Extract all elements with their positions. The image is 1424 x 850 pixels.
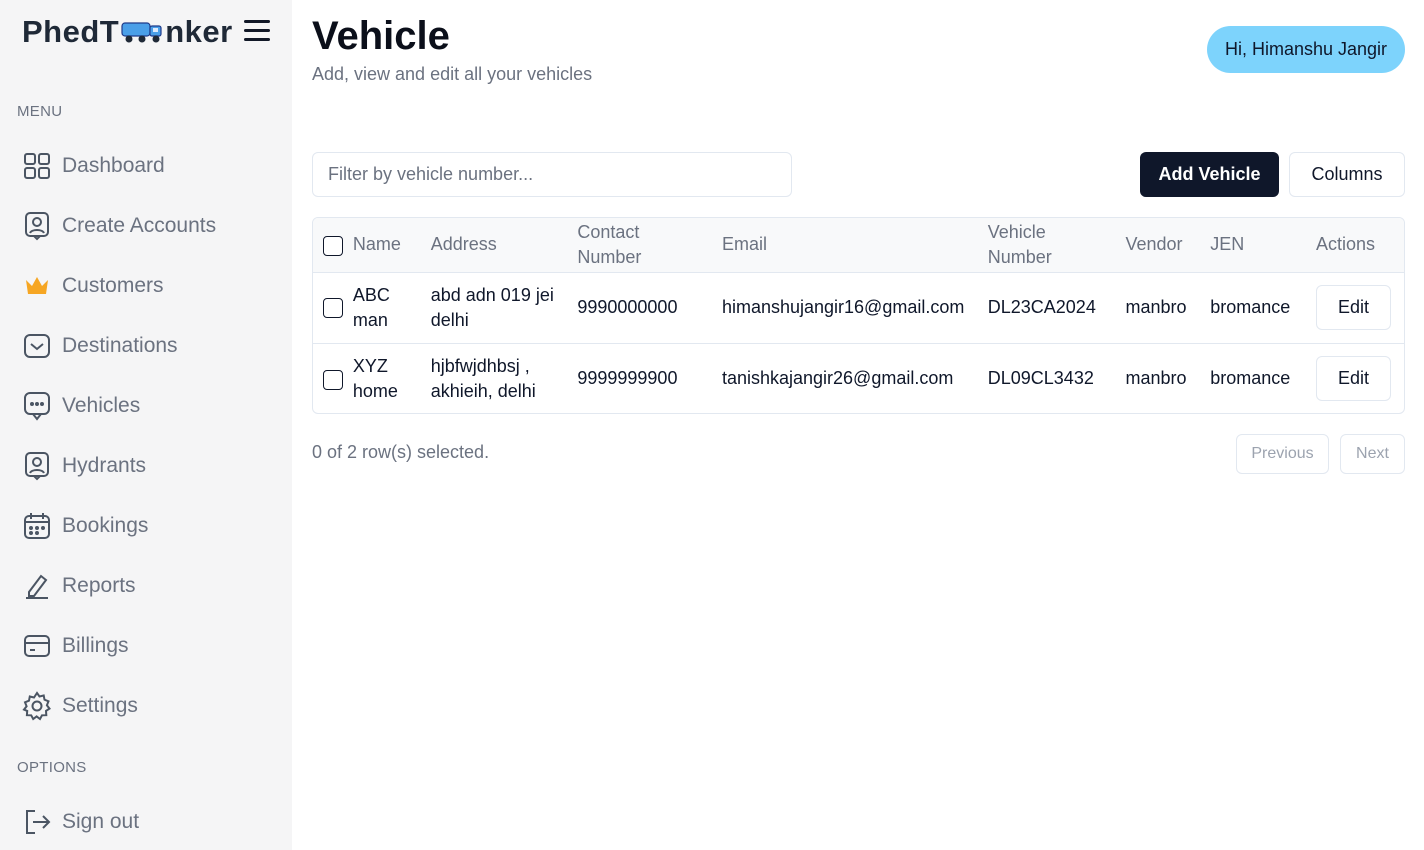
sidebar: PhedT nker MENU Dashboard Create Account…	[0, 0, 292, 850]
cell-vehicle-number: DL23CA2024	[987, 297, 1096, 317]
cell-address: abd adn 019 jei delhi	[430, 284, 554, 330]
vehicles-table: Name Address Contact Number Email Vehicl…	[312, 217, 1405, 414]
cell-email: himanshujangir16@gmail.com	[721, 297, 965, 317]
app-logo[interactable]: PhedT nker	[22, 14, 233, 50]
page-title: Vehicle	[312, 14, 450, 58]
cell-vehicle-number: DL09CL3432	[987, 368, 1094, 389]
sidebar-item-billings[interactable]: Billings	[22, 626, 272, 666]
column-header-actions: Actions	[1316, 234, 1376, 255]
columns-button[interactable]: Columns	[1289, 152, 1405, 197]
column-header-name[interactable]: Name	[353, 218, 431, 272]
table-header-row: Name Address Contact Number Email Vehicl…	[313, 218, 1404, 272]
sidebar-item-vehicles[interactable]: Vehicles	[22, 386, 272, 426]
cell-name: ABC man	[352, 284, 390, 330]
menu-toggle-icon[interactable]	[244, 20, 270, 44]
cell-address: hjbfwjdhbsj , akhieih, delhi	[430, 355, 536, 401]
gear-icon	[22, 691, 52, 721]
cell-vendor: manbro	[1125, 368, 1187, 389]
next-page-button[interactable]: Next	[1340, 434, 1405, 474]
previous-page-button[interactable]: Previous	[1236, 434, 1329, 474]
sidebar-item-create-accounts[interactable]: Create Accounts	[22, 206, 272, 246]
menu-section-label: MENU	[17, 103, 63, 120]
dashboard-icon	[22, 151, 52, 181]
sign-out-button[interactable]: Sign out	[22, 802, 272, 842]
page-subtitle: Add, view and edit all your vehicles	[312, 64, 593, 84]
truck-icon	[121, 22, 162, 43]
user-badge-icon	[22, 451, 52, 481]
table-row: ABC man abd adn 019 jei delhi 9990000000…	[313, 272, 1404, 343]
cell-vendor: manbro	[1125, 297, 1187, 317]
row-select-checkbox[interactable]	[323, 369, 343, 390]
cell-name: XYZ home	[352, 355, 398, 401]
column-header-vehicle-number[interactable]: Vehicle Number	[988, 218, 1126, 272]
select-all-checkbox[interactable]	[323, 235, 343, 256]
chat-icon	[22, 391, 52, 421]
sidebar-item-customers[interactable]: Customers	[22, 266, 272, 306]
cell-contact: 9999999900	[577, 368, 678, 389]
user-greeting-button[interactable]: Hi, Himanshu Jangir	[1207, 26, 1405, 73]
calendar-icon	[22, 511, 52, 541]
column-header-address[interactable]: Address	[431, 218, 578, 272]
sidebar-item-label: Bookings	[62, 514, 149, 537]
edit-button[interactable]: Edit	[1316, 356, 1392, 402]
row-select-checkbox[interactable]	[323, 298, 343, 319]
sidebar-item-reports[interactable]: Reports	[22, 566, 272, 606]
column-header-vendor[interactable]: Vendor	[1125, 218, 1210, 272]
card-icon	[22, 631, 52, 661]
selection-count: 0 of 2 row(s) selected.	[312, 442, 490, 462]
sidebar-item-label: Dashboard	[62, 154, 165, 177]
vehicle-filter-input[interactable]	[312, 152, 792, 197]
sidebar-item-label: Settings	[62, 694, 138, 717]
sidebar-item-label: Hydrants	[62, 454, 147, 477]
sidebar-item-settings[interactable]: Settings	[22, 686, 272, 726]
sidebar-item-hydrants[interactable]: Hydrants	[22, 446, 272, 486]
sign-out-label: Sign out	[62, 810, 140, 833]
sidebar-item-label: Destinations	[62, 334, 178, 357]
sidebar-item-bookings[interactable]: Bookings	[22, 506, 272, 546]
cell-email: tanishkajangir26@gmail.com	[721, 368, 954, 389]
column-header-email[interactable]: Email	[722, 218, 988, 272]
cell-jen: bromance	[1210, 297, 1291, 317]
logo-text-right: nker	[165, 14, 233, 49]
add-vehicle-button[interactable]: Add Vehicle	[1140, 152, 1279, 197]
options-section-label: OPTIONS	[17, 759, 87, 776]
table-row: XYZ home hjbfwjdhbsj , akhieih, delhi 99…	[313, 343, 1404, 413]
sidebar-item-label: Create Accounts	[62, 214, 217, 237]
sidebar-item-label: Customers	[62, 274, 164, 297]
sidebar-item-destinations[interactable]: Destinations	[22, 326, 272, 366]
crown-icon	[22, 271, 52, 301]
sidebar-item-dashboard[interactable]: Dashboard	[22, 146, 272, 186]
cell-jen: bromance	[1210, 368, 1291, 389]
user-badge-icon	[22, 211, 52, 241]
cell-contact: 9990000000	[577, 297, 678, 317]
sidebar-item-label: Billings	[62, 634, 129, 657]
pen-icon	[22, 571, 52, 601]
sidebar-item-label: Reports	[62, 574, 136, 597]
sidebar-item-label: Vehicles	[62, 394, 141, 417]
column-header-contact[interactable]: Contact Number	[577, 218, 722, 272]
edit-button[interactable]: Edit	[1316, 285, 1392, 330]
inbox-icon	[22, 331, 52, 361]
column-header-jen[interactable]: JEN	[1210, 218, 1316, 272]
logo-text-left: PhedT	[22, 14, 120, 49]
sign-out-icon	[22, 807, 52, 837]
